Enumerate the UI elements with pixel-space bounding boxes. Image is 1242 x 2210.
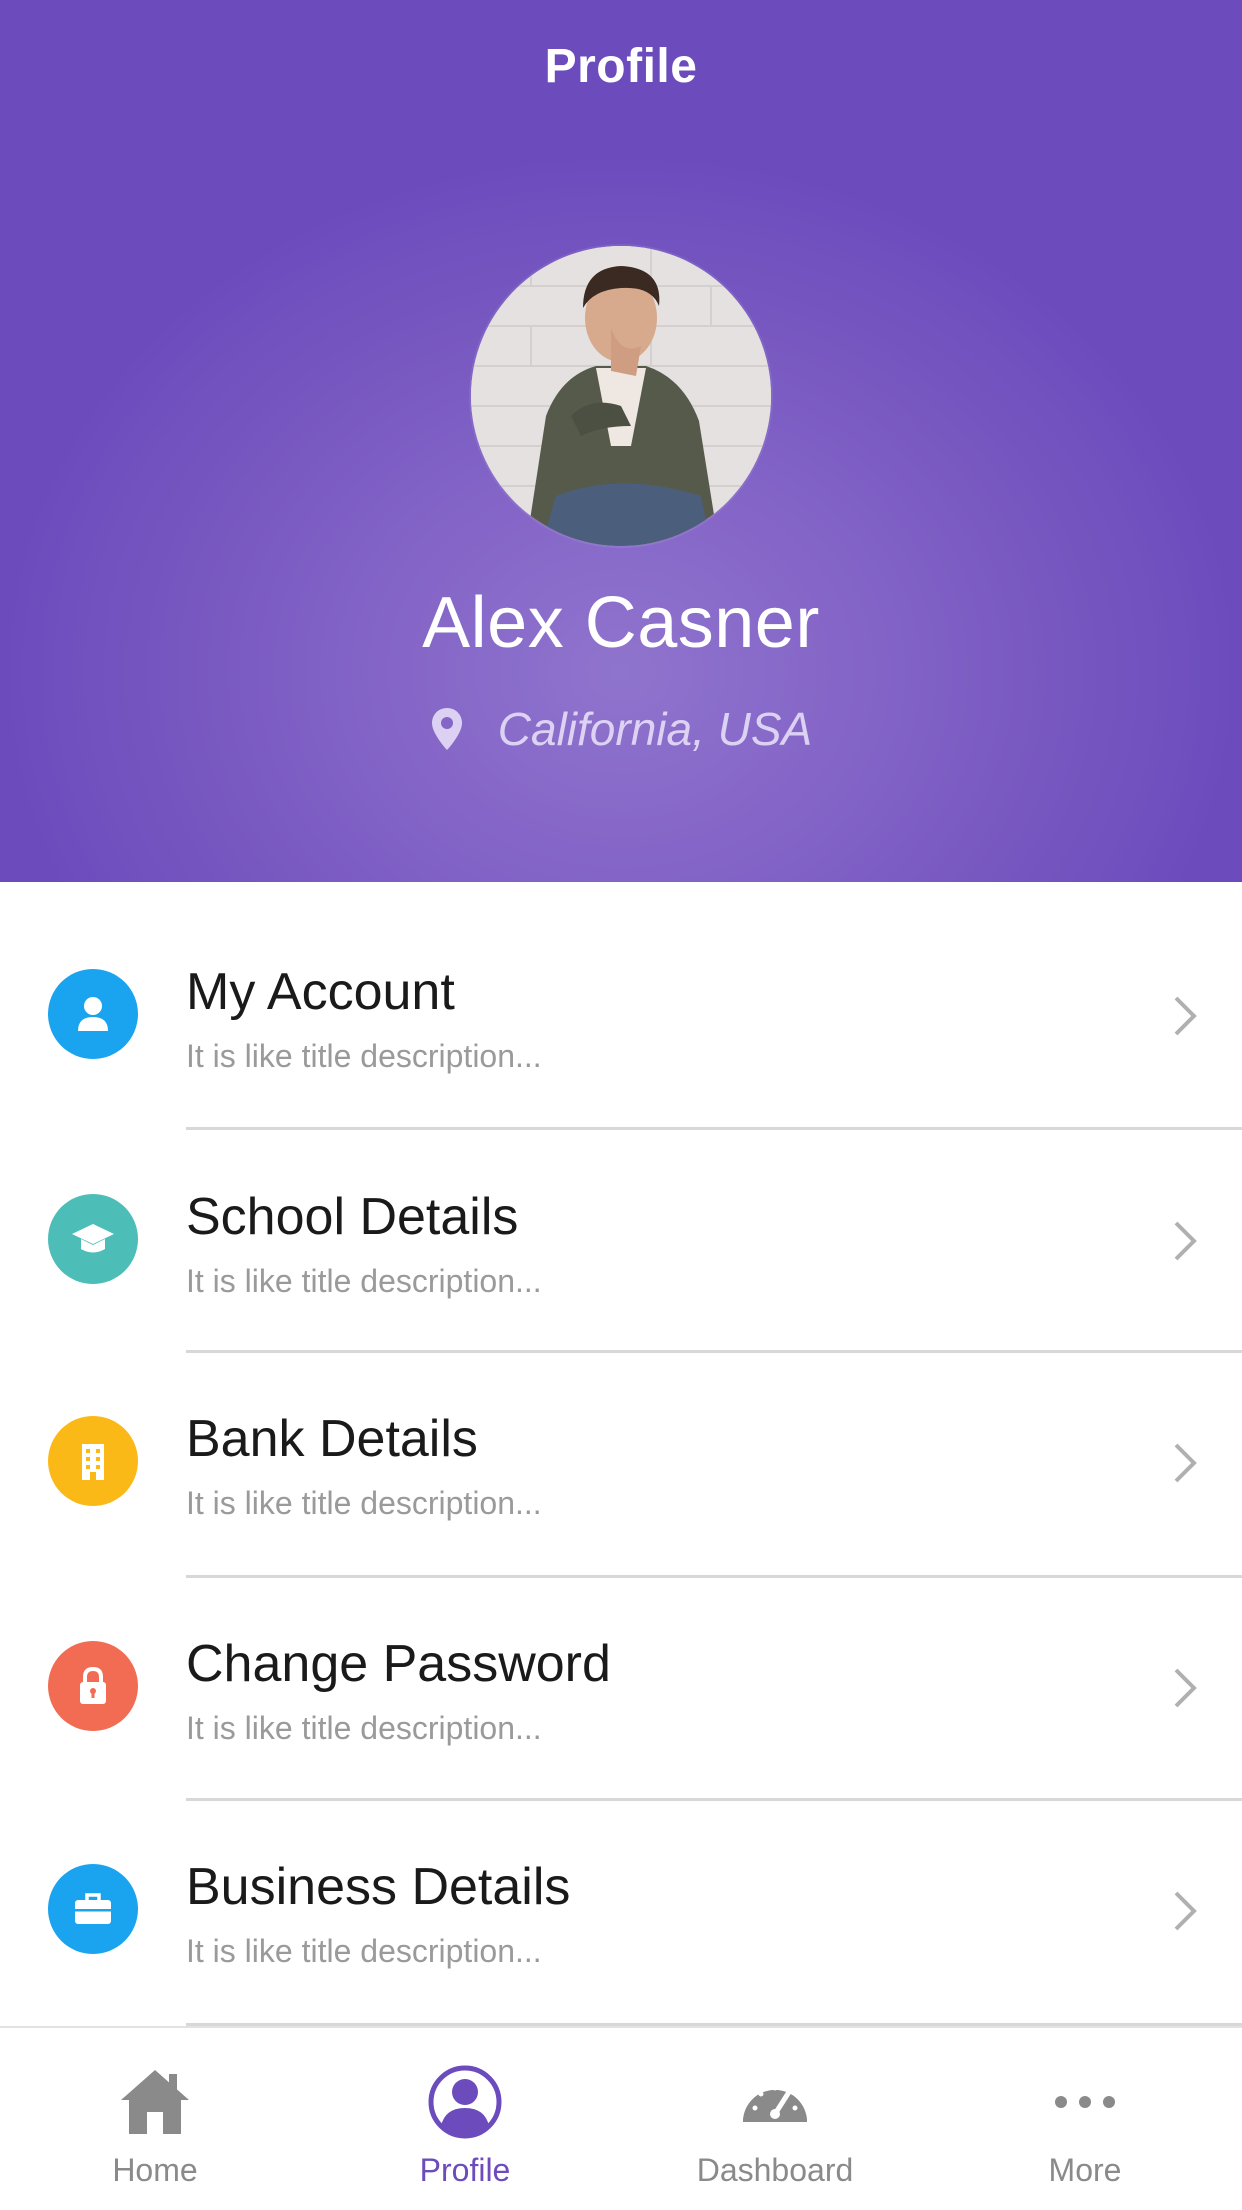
- menu-item-description: It is like title description...: [186, 1263, 542, 1299]
- chevron-right-icon: [1174, 1668, 1197, 1708]
- location-pin-icon: [431, 708, 462, 750]
- tab-home[interactable]: Home: [0, 2028, 310, 2210]
- menu-item-title: Change Password: [186, 1635, 611, 1693]
- home-icon: [121, 2070, 189, 2134]
- menu-item-title: School Details: [186, 1188, 519, 1246]
- menu-item-title: Business Details: [186, 1858, 571, 1916]
- menu-item-title: Bank Details: [186, 1410, 478, 1468]
- tab-label: Profile: [419, 2152, 511, 2188]
- menu-item-business-details[interactable]: Business Details It is like title descri…: [0, 1778, 1242, 2026]
- tab-more[interactable]: More: [930, 2028, 1240, 2210]
- briefcase-icon: [48, 1864, 138, 1954]
- tab-dashboard[interactable]: Dashboard: [620, 2028, 930, 2210]
- menu-item-description: It is like title description...: [186, 1485, 542, 1521]
- avatar[interactable]: [471, 246, 771, 546]
- menu-item-description: It is like title description...: [186, 1933, 542, 1969]
- location-text: California, USA: [497, 703, 813, 755]
- menu-item-my-account[interactable]: My Account It is like title description.…: [0, 882, 1242, 1130]
- graduation-cap-icon: [48, 1194, 138, 1284]
- menu-item-title: My Account: [186, 963, 455, 1021]
- chevron-right-icon: [1174, 1443, 1197, 1483]
- page-title: Profile: [544, 39, 698, 93]
- lock-icon: [48, 1641, 138, 1731]
- tab-profile[interactable]: Profile: [310, 2028, 620, 2210]
- tab-label: Dashboard: [696, 2152, 854, 2188]
- more-dots-icon: [1055, 2096, 1115, 2108]
- menu-item-change-password[interactable]: Change Password It is like title descrip…: [0, 1554, 1242, 1801]
- top-bar: Profile: [0, 0, 1242, 132]
- menu-item-bank-details[interactable]: Bank Details It is like title descriptio…: [0, 1330, 1242, 1578]
- chevron-right-icon: [1174, 1221, 1197, 1261]
- menu-item-description: It is like title description...: [186, 1710, 542, 1746]
- tab-label: More: [1048, 2152, 1122, 2188]
- bottom-tab-bar: Home Profile Dashboard More: [0, 2026, 1242, 2210]
- profile-name: Alex Casner: [422, 583, 820, 663]
- menu-item-school-details[interactable]: School Details It is like title descript…: [0, 1106, 1242, 1353]
- tab-label: Home: [112, 2152, 198, 2188]
- chevron-right-icon: [1174, 996, 1197, 1036]
- profile-location: California, USA: [0, 702, 1242, 756]
- profile-header: Alex Casner California, USA: [0, 132, 1242, 882]
- chevron-right-icon: [1174, 1891, 1197, 1931]
- speedometer-icon: [743, 2085, 807, 2122]
- profile-icon: [428, 2065, 502, 2139]
- avatar-photo: [471, 246, 771, 546]
- menu-item-description: It is like title description...: [186, 1038, 542, 1074]
- building-icon: [48, 1416, 138, 1506]
- user-icon: [48, 969, 138, 1059]
